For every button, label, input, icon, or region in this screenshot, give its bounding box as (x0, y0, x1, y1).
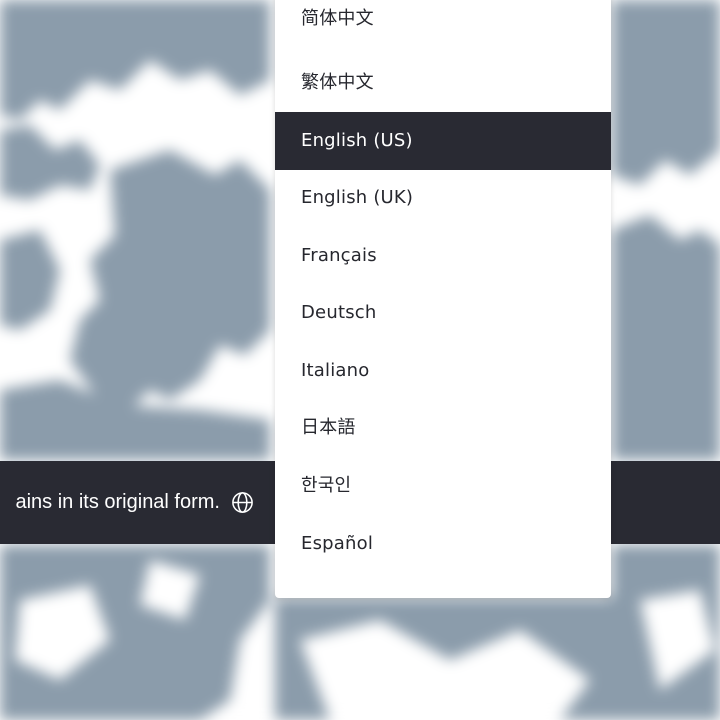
language-option-label: Français (301, 245, 377, 266)
language-option-es[interactable]: Español (275, 515, 611, 573)
language-option-en-us[interactable]: English (US) (275, 112, 611, 170)
language-option-label: 简体中文 (301, 8, 374, 29)
language-option-label: 日本語 (301, 417, 356, 438)
globe-icon[interactable] (231, 491, 254, 514)
language-option-label: English (US) (301, 130, 413, 151)
language-option-fr[interactable]: Français (275, 227, 611, 285)
language-option-de[interactable]: Deutsch (275, 284, 611, 342)
language-option-label: English (UK) (301, 187, 414, 208)
language-dropdown-menu: 简体中文 繁体中文 English (US) English (UK) Fran… (275, 0, 611, 598)
language-option-zh-hans[interactable]: 简体中文 (275, 0, 611, 48)
language-option-it[interactable]: Italiano (275, 342, 611, 400)
language-option-ja[interactable]: 日本語 (275, 399, 611, 457)
language-option-label: Italiano (301, 360, 370, 381)
language-option-en-uk[interactable]: English (UK) (275, 169, 611, 227)
language-option-zh-hant[interactable]: 繁体中文 (275, 54, 611, 112)
language-option-label: Español (301, 533, 374, 554)
language-option-ko[interactable]: 한국인 (275, 457, 611, 515)
translation-notice-text: ains in its original form. (15, 491, 220, 513)
language-overlay: ains in its original form. 简体中文 繁体中文 Eng… (0, 0, 720, 720)
language-option-label: Deutsch (301, 302, 377, 323)
language-option-label: 繁体中文 (301, 72, 374, 93)
language-option-label: 한국인 (301, 475, 352, 496)
